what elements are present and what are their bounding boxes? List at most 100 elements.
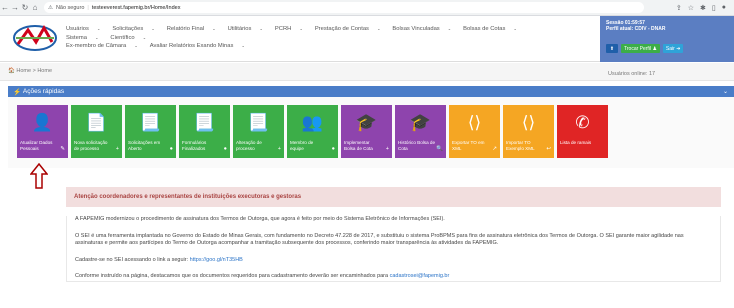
user-icon: 👤 <box>31 113 54 132</box>
chevron-down-icon: ⌄ <box>258 26 263 31</box>
tile-mini-icon: ↗ <box>492 146 497 152</box>
home-icon[interactable]: ⌂ <box>30 2 40 14</box>
panel-title: Ações rápidas <box>22 88 65 95</box>
quick-action-tile[interactable]: 📃 Formulários Finalizados ● <box>179 105 230 158</box>
current-profile: Perfil atual: CDIV - DNAR <box>606 26 666 32</box>
tile-mini-icon: ● <box>169 146 173 152</box>
document-list-icon: 📃 <box>193 113 216 132</box>
tile-label: Implementar Bolsa de Cota <box>344 140 373 151</box>
chevron-down-icon: ⌄ <box>141 34 147 40</box>
notice-title: Atenção coordenadores e representantes d… <box>66 187 721 207</box>
panel-header[interactable]: ⚡ Ações rápidas ⌄ <box>8 86 734 97</box>
sei-link[interactable]: https://goo.gl/nT35HB <box>190 257 243 263</box>
document-list-icon: 📃 <box>139 113 162 132</box>
menu-item[interactable]: Usuários ⌄ <box>66 26 106 32</box>
tile-label: Solicitações em Aberto <box>128 140 161 151</box>
profile-icon[interactable]: ● <box>722 4 726 12</box>
trocar-perfil-button[interactable]: Trocar Perfil ♟ <box>621 44 660 53</box>
notice-paragraph: Conforme instruído na página, destacamos… <box>75 273 450 279</box>
home-icon: 🏠 <box>8 68 15 74</box>
menu-item[interactable]: Sistema ⌄ <box>66 35 104 41</box>
quick-action-tile[interactable]: ✆ Lista de ramais <box>557 105 608 158</box>
up-arrow-annotation <box>30 163 48 189</box>
quick-action-tile[interactable]: 👥 Membro de equipe ● <box>287 105 338 158</box>
menu-item[interactable]: Bolsas Vinculadas ⌄ <box>392 26 457 32</box>
graduation-icon: 🎓 <box>355 113 378 132</box>
tile-label: Lista de ramais <box>560 140 592 145</box>
chevron-down-icon: ⌄ <box>298 26 303 31</box>
email-link[interactable]: cadastrosei@fapemig.br <box>390 273 450 279</box>
menu-item[interactable]: Relatório Final ⌄ <box>167 26 222 32</box>
menu-item[interactable]: Científico ⌄ <box>110 35 152 41</box>
code-file-icon: ⟨⟩ <box>521 113 536 132</box>
quick-action-tile[interactable]: 🎓 Histórico Bolsa de Cota 🔍 <box>395 105 446 158</box>
tile-label: Alteração de processo <box>236 140 262 151</box>
notice-box: Atenção coordenadores e representantes d… <box>66 187 721 302</box>
quick-action-tile[interactable]: 📄 Nova solicitação de processo + <box>71 105 122 158</box>
fapemig-logo[interactable] <box>12 22 58 54</box>
users-icon: 👥 <box>301 113 324 132</box>
url-text: testeeverest.fapemig.br/Home/Index <box>91 4 181 11</box>
tile-mini-icon: + <box>115 146 119 152</box>
chevron-down-icon: ⌄ <box>240 43 245 48</box>
document-list-icon: 📃 <box>247 113 270 132</box>
tile-mini-icon: ↩ <box>546 146 551 152</box>
upload-button[interactable]: ⬆ <box>606 44 618 53</box>
extensions-icon[interactable]: ✱ <box>700 4 706 12</box>
quick-action-tile[interactable]: 📃 Alteração de processo + <box>233 105 284 158</box>
quick-action-tile[interactable]: 👤 Atualizar Dados Pessoais ✎ <box>17 105 68 158</box>
chevron-down-icon: ⌄ <box>512 26 517 31</box>
menu-item[interactable]: Ex-membro de Câmara ⌄ <box>66 43 144 49</box>
browser-toolbar: ← → ↻ ⌂ ⚠ Não seguro | testeeverest.fape… <box>0 0 734 16</box>
tile-label: Nova solicitação de processo <box>74 140 108 151</box>
star-icon[interactable]: ☆ <box>688 4 694 12</box>
tile-label: Atualizar Dados Pessoais <box>20 140 53 151</box>
document-icon: 📄 <box>85 113 108 132</box>
share-icon[interactable]: ⇪ <box>676 4 682 12</box>
menu-item[interactable]: PCRH ⌄ <box>275 26 309 32</box>
tile-label: Formulários Finalizados <box>182 140 207 151</box>
sidebar-icon[interactable]: ▯ <box>712 4 716 12</box>
code-file-icon: ⟨⟩ <box>467 113 482 132</box>
chevron-down-icon: ⌄ <box>93 34 99 40</box>
tile-mini-icon: + <box>385 146 389 152</box>
sair-button[interactable]: Sair ➜ <box>662 44 684 53</box>
up-arrow-icon: ⬆ <box>609 45 615 52</box>
session-panel: Sessão 01:59:57 Perfil atual: CDIV - DNA… <box>600 16 734 62</box>
breadcrumb-bar: 🏠 Home > Home Usuários online: 17 <box>0 63 734 81</box>
menu-item[interactable]: Solicitações ⌄ <box>112 26 160 32</box>
online-users: Usuários online: 17 <box>608 71 656 77</box>
tile-label: Importar TO Exemplo XML <box>506 140 535 151</box>
breadcrumb[interactable]: 🏠 Home > Home <box>8 68 52 74</box>
chevron-down-icon: ⌄ <box>95 26 101 31</box>
tile-mini-icon: ● <box>331 146 335 152</box>
chevron-down-icon[interactable]: ⌄ <box>723 88 728 95</box>
quick-action-tile[interactable]: 📃 Solicitações em Aberto ● <box>125 105 176 158</box>
quick-action-tile[interactable]: 🎓 Implementar Bolsa de Cota + <box>341 105 392 158</box>
chevron-down-icon: ⌄ <box>446 26 452 31</box>
warning-icon: ⚠ <box>48 4 53 11</box>
tile-mini-icon: ● <box>223 146 227 152</box>
back-icon[interactable]: ← <box>0 2 10 14</box>
phone-icon: ✆ <box>575 113 590 132</box>
chevron-down-icon: ⌄ <box>133 43 138 48</box>
main-menu: Usuários ⌄ Solicitações ⌄ Relatório Final … <box>66 25 586 51</box>
user-icon: ♟ <box>652 45 657 52</box>
reload-icon[interactable]: ↻ <box>20 2 30 14</box>
address-bar[interactable]: ⚠ Não seguro | testeeverest.fapemig.br/H… <box>44 2 644 13</box>
tile-mini-icon: ✎ <box>60 146 65 152</box>
chevron-down-icon: ⌄ <box>150 26 155 31</box>
tile-mini-icon: + <box>277 146 281 152</box>
tiles-container: 👤 Atualizar Dados Pessoais ✎ 📄 Nova solicita… <box>17 105 608 158</box>
notice-paragraph: Cadastre-se no SEI acessando o link a se… <box>75 256 243 263</box>
menu-item[interactable]: Prestação de Contas ⌄ <box>315 26 387 32</box>
tile-label: Exportar TO em XML <box>452 140 485 151</box>
chevron-down-icon: ⌄ <box>375 26 381 31</box>
menu-item[interactable]: Utilitários ⌄ <box>228 26 269 32</box>
menu-item[interactable]: Bolsas de Cotas ⌄ <box>463 26 523 32</box>
forward-icon[interactable]: → <box>10 2 20 14</box>
quick-action-tile[interactable]: ⟨⟩ Importar TO Exemplo XML ↩ <box>503 105 554 158</box>
tile-mini-icon: 🔍 <box>436 146 443 152</box>
menu-item[interactable]: Avaliar Relatórios Exando Minas ⌄ <box>150 43 251 49</box>
quick-action-tile[interactable]: ⟨⟩ Exportar TO em XML ↗ <box>449 105 500 158</box>
